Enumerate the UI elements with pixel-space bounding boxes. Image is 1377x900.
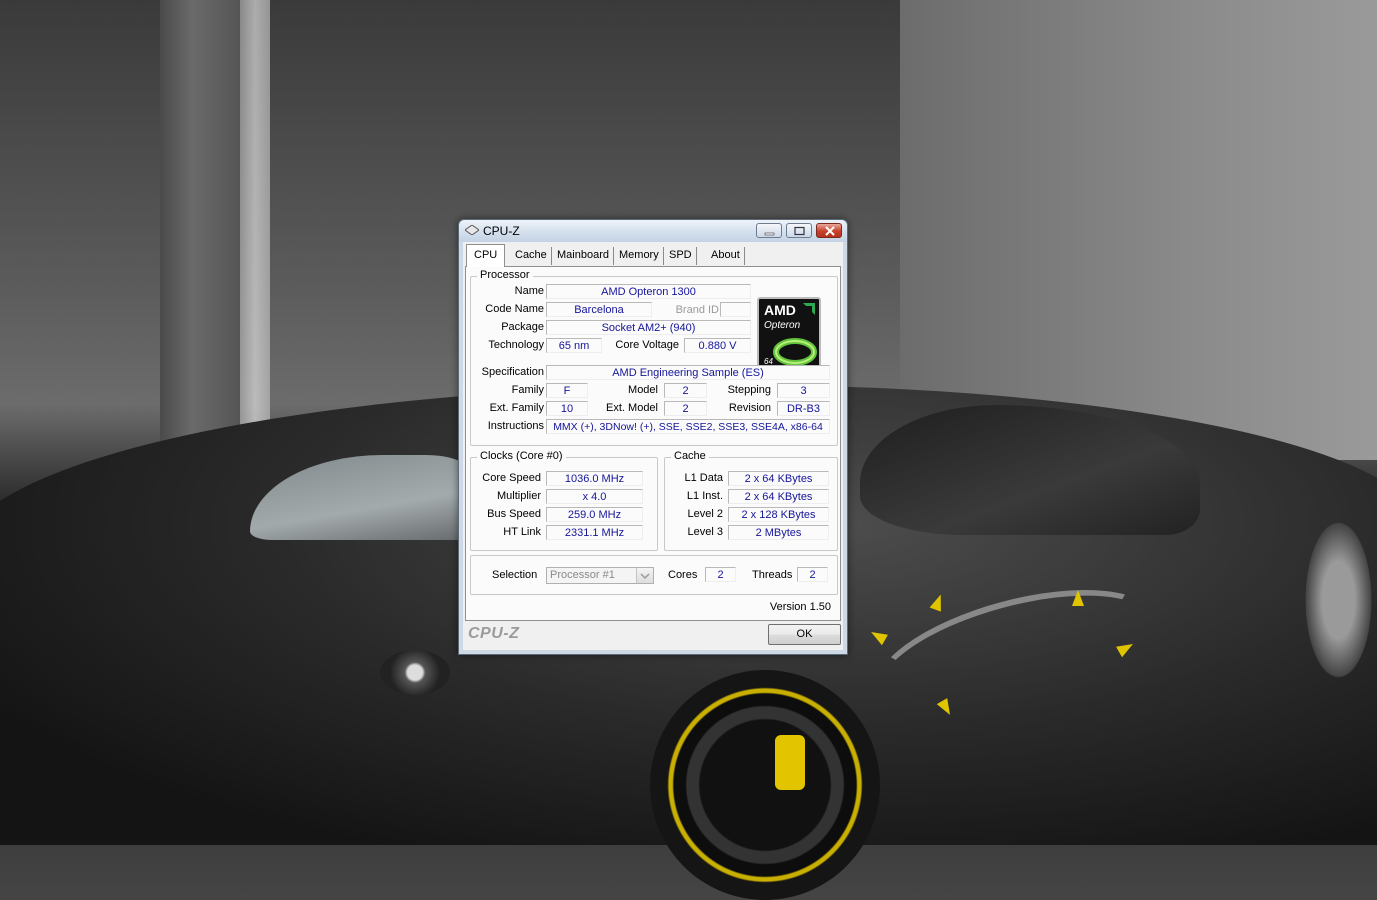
l1-inst-label: L1 Inst. [686,490,723,502]
wallpaper-car-skull-graphic [1300,510,1377,690]
cores-label: Cores [668,569,698,581]
cache-group: Cache L1 Data 2 x 64 KBytes L1 Inst. 2 x… [664,450,838,551]
wallpaper-spike [1072,590,1084,606]
cache-group-title: Cache [671,450,709,462]
bus-speed-value: 259.0 MHz [546,507,643,522]
ext-model-label: Ext. Model [606,402,658,414]
threads-label: Threads [752,569,793,581]
core-voltage-label: Core Voltage [615,339,679,351]
processor-select[interactable]: Processor #1 [546,567,654,584]
ht-link-value: 2331.1 MHz [546,525,643,540]
wallpaper-car-wheel [650,670,880,900]
tab-about[interactable]: About [707,247,745,265]
maximize-button[interactable] [786,223,812,238]
technology-label: Technology [488,339,544,351]
tab-cpu[interactable]: CPU [466,244,506,267]
revision-value: DR-B3 [777,401,830,416]
processor-select-arrow[interactable] [636,568,653,583]
specification-value: AMD Engineering Sample (ES) [546,365,830,380]
family-label: Family [511,384,544,396]
name-value: AMD Opteron 1300 [546,284,751,299]
title-bar[interactable]: CPU-Z [459,220,847,242]
processor-group-title: Processor [477,269,533,281]
tab-cache[interactable]: Cache [511,247,552,265]
instructions-label: Instructions [487,420,544,432]
maximize-icon [794,226,805,236]
cores-value: 2 [705,567,736,582]
l1-data-label: L1 Data [684,472,723,484]
name-label: Name [514,285,544,297]
selection-label: Selection [492,569,538,581]
package-label: Package [501,321,544,333]
core-speed-label: Core Speed [482,472,541,484]
clocks-group-title: Clocks (Core #0) [477,450,566,462]
logo-product-text: Opteron [764,320,801,331]
minimize-icon [764,232,775,236]
specification-label: Specification [481,366,544,378]
level2-value: 2 x 128 KBytes [728,507,829,522]
close-button[interactable] [816,223,842,238]
multiplier-value: x 4.0 [546,489,643,504]
window-title: CPU-Z [483,224,520,238]
threads-value: 2 [797,567,828,582]
l1-inst-value: 2 x 64 KBytes [728,489,829,504]
code-name-value: Barcelona [546,302,652,317]
selection-group: Selection Processor #1 Cores 2 Threads 2 [470,555,838,595]
bus-speed-label: Bus Speed [487,508,541,520]
amd-arrow-icon [803,303,815,315]
ext-family-value: 10 [546,401,588,416]
l1-data-value: 2 x 64 KBytes [728,471,829,486]
core-voltage-value: 0.880 V [684,338,751,353]
tab-memory[interactable]: Memory [615,247,664,265]
version-text: Version 1.50 [769,601,831,613]
model-value: 2 [664,383,707,398]
logo-brand-text: AMD [764,302,796,318]
wallpaper-brake-caliper [775,735,805,790]
wallpaper-car-headlight [380,650,450,695]
ext-model-value: 2 [664,401,707,416]
close-icon [825,226,835,236]
tab-mainboard[interactable]: Mainboard [553,247,614,265]
ok-button[interactable]: OK [768,624,841,645]
brand-id-label: Brand ID [675,304,719,316]
cpuz-window: CPU-Z CPU Cache Mainboard Memory SPD Abo… [458,219,848,655]
revision-label: Revision [728,402,771,414]
amd-opteron-logo: AMD Opteron 64 [757,297,821,373]
family-value: F [546,383,588,398]
tab-spd[interactable]: SPD [665,247,697,265]
clocks-group: Clocks (Core #0) Core Speed 1036.0 MHz M… [470,450,658,551]
level3-value: 2 MBytes [728,525,829,540]
ext-family-label: Ext. Family [489,402,544,414]
instructions-value: MMX (+), 3DNow! (+), SSE, SSE2, SSE3, SS… [546,419,830,434]
cpuz-brand-text: CPU-Z [468,625,520,642]
level2-label: Level 2 [687,508,723,520]
opteron-ring-icon [773,338,817,366]
package-value: Socket AM2+ (940) [546,320,751,335]
window-client-area: CPU Cache Mainboard Memory SPD About Pro… [463,242,843,650]
minimize-button[interactable] [756,223,782,238]
stepping-label: Stepping [727,384,771,396]
processor-group: Processor Name AMD Opteron 1300 Code Nam… [470,269,838,446]
wallpaper-wall [900,0,1377,460]
stepping-value: 3 [777,383,830,398]
core-speed-value: 1036.0 MHz [546,471,643,486]
cpu-tab-panel: Processor Name AMD Opteron 1300 Code Nam… [465,266,841,621]
code-name-label: Code Name [485,303,544,315]
level3-label: Level 3 [687,526,723,538]
model-label: Model [628,384,658,396]
multiplier-label: Multiplier [496,490,541,502]
processor-select-value: Processor #1 [550,569,615,581]
ht-link-label: HT Link [503,526,541,538]
technology-value: 65 nm [546,338,602,353]
chevron-down-icon [640,573,650,580]
cpuz-app-icon [465,225,479,235]
brand-id-value [720,302,751,317]
